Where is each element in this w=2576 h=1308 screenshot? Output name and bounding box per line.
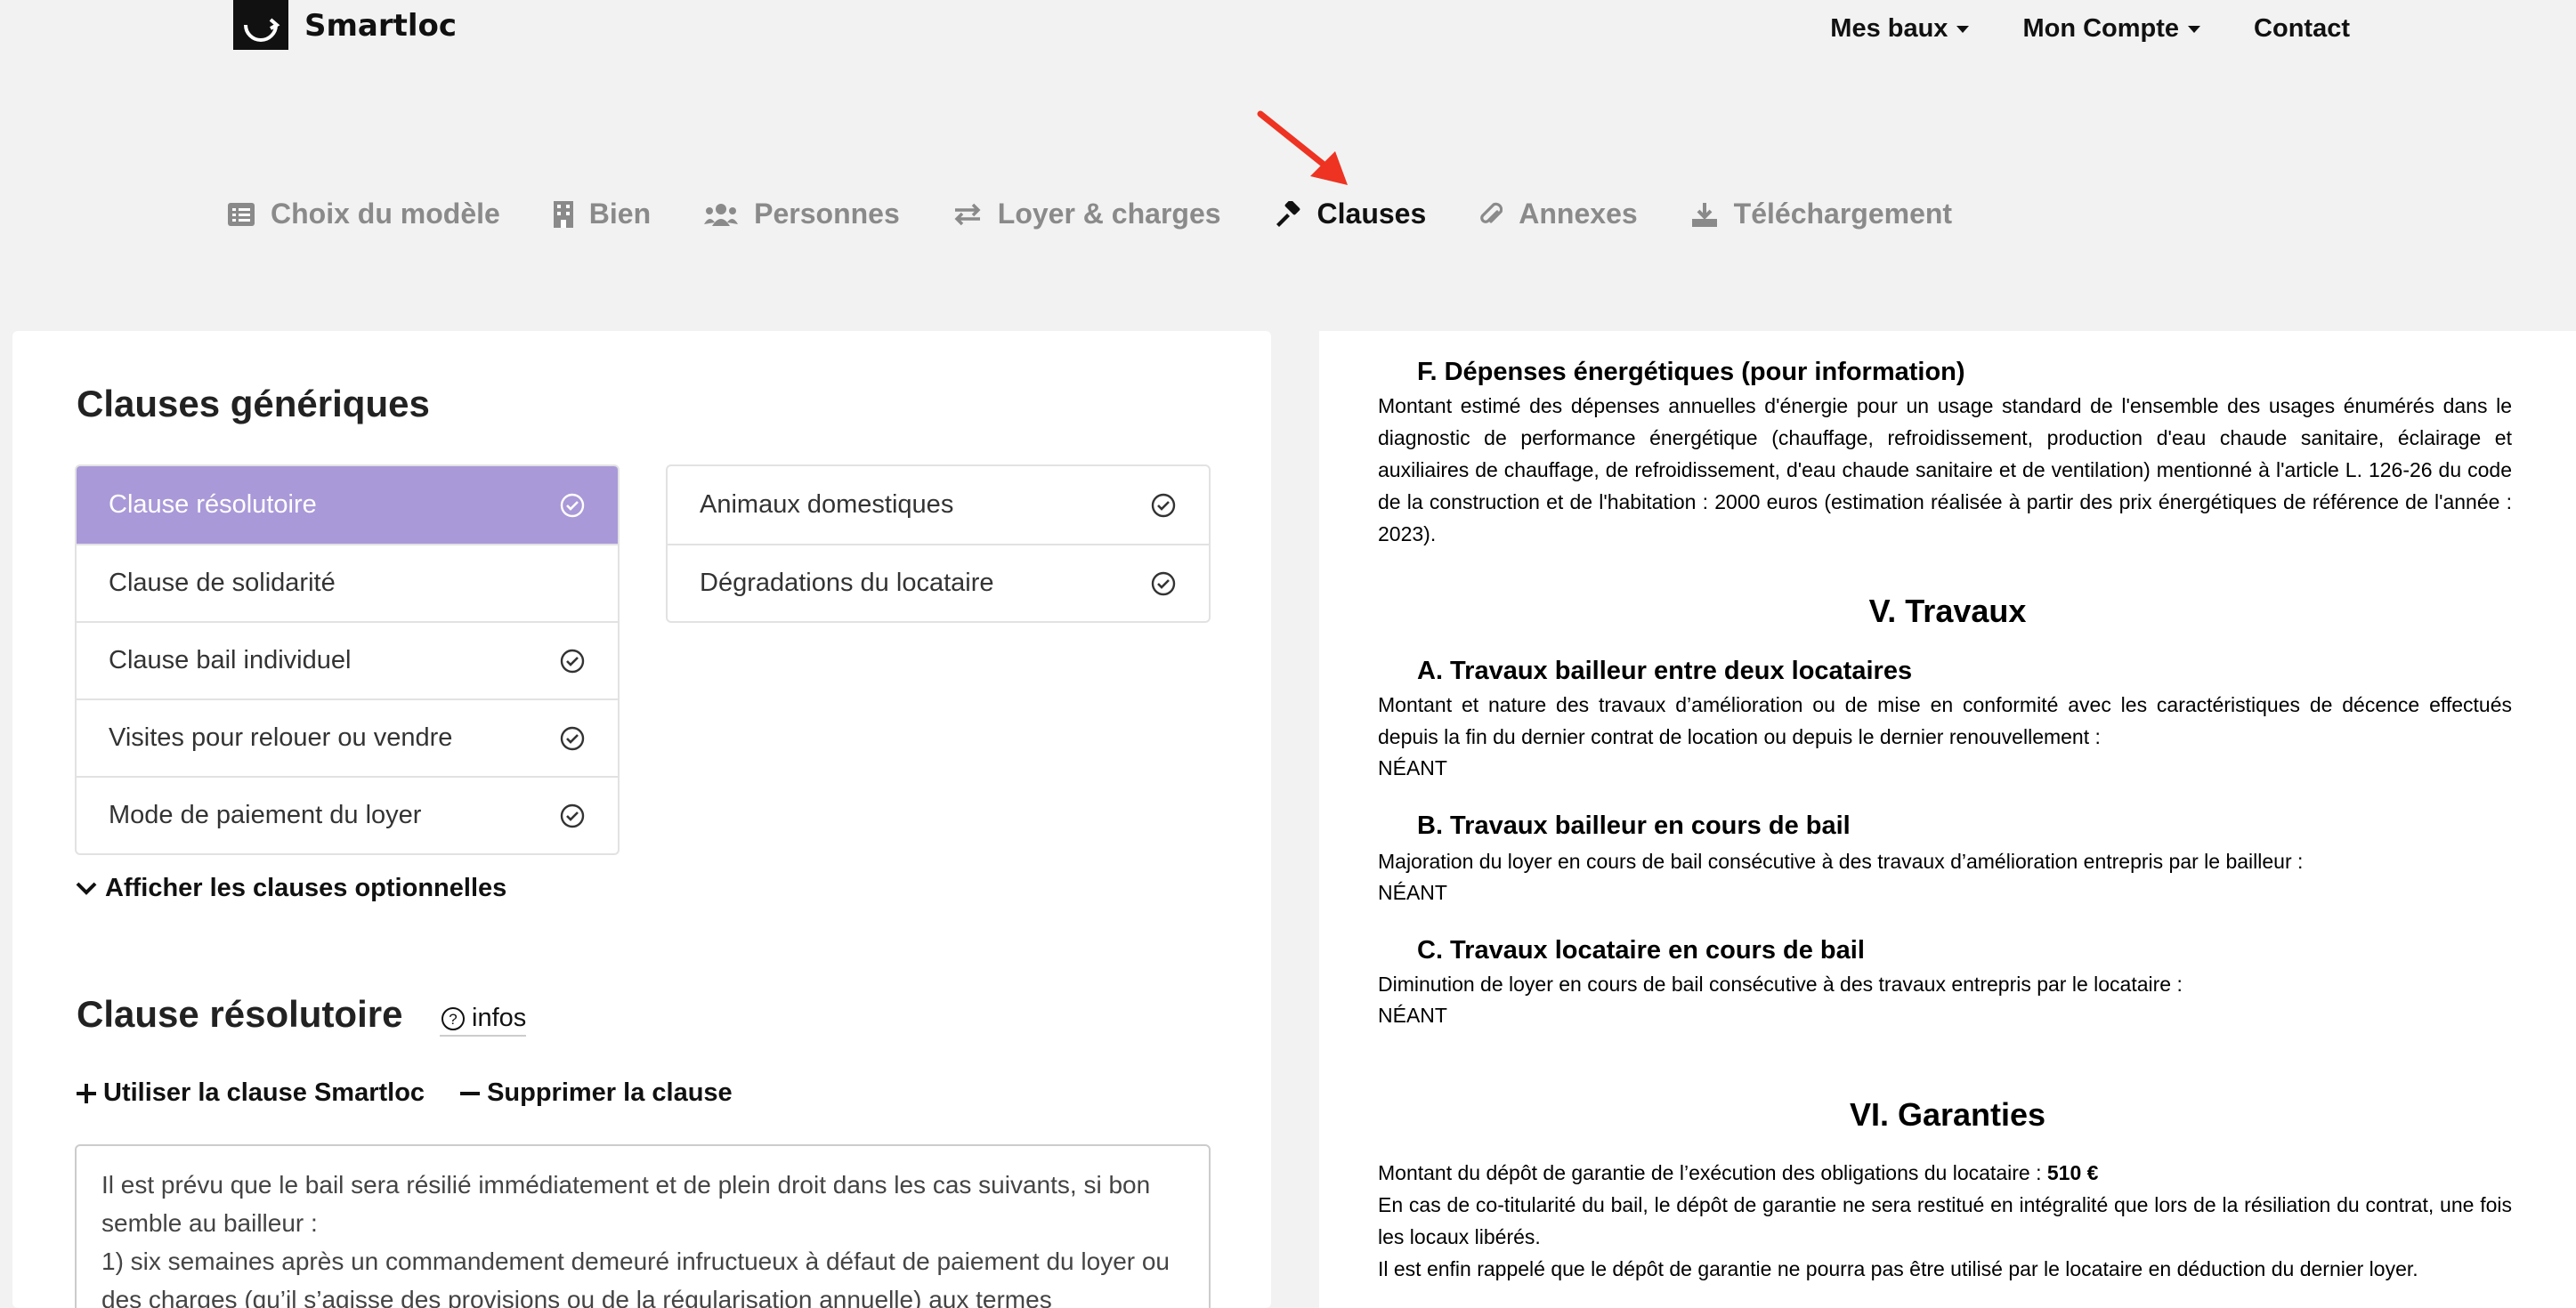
generic-clauses-list: Clause résolutoire Clause de solidarité …	[75, 464, 620, 855]
gavel-icon	[1276, 200, 1300, 227]
step-bien[interactable]: Bien	[553, 198, 652, 230]
section-f-title: F. Dépenses énergétiques (pour informati…	[1417, 358, 1965, 386]
step-loyer-charges[interactable]: Loyer & charges	[953, 198, 1221, 230]
step-bien-label: Bien	[588, 198, 652, 230]
section-v-title: V. Travaux	[1868, 593, 2027, 629]
check-circle-icon	[560, 726, 585, 750]
check-circle-icon	[1151, 493, 1176, 517]
guarantee-amount-value: 510 €	[2046, 1161, 2099, 1184]
clause-item-label: Mode de paiement du loyer	[109, 801, 422, 829]
clause-title: Clause résolutoire	[77, 993, 403, 1035]
plus-icon	[77, 1083, 96, 1103]
check-circle-icon	[560, 493, 585, 517]
svg-text:?: ?	[449, 1011, 457, 1028]
nav-mon-compte[interactable]: Mon Compte	[2022, 14, 2201, 44]
section-a-value: NÉANT	[1378, 756, 1447, 779]
clause-text-line: 1) six semaines après un commandement de…	[101, 1247, 1171, 1308]
use-smartloc-clause-label: Utiliser la clause Smartloc	[103, 1078, 425, 1107]
step-annexes-label: Annexes	[1519, 198, 1638, 230]
show-optional-clauses-toggle[interactable]: Afficher les clauses optionnelles	[75, 874, 506, 903]
logo-icon	[233, 0, 288, 50]
step-tabs: Choix du modèle Bien Personnes Loyer & c…	[228, 198, 2005, 230]
nav-contact-label: Contact	[2254, 14, 2350, 43]
generic-clauses-list-2: Animaux domestiques Dégradations du loca…	[666, 464, 1211, 623]
nav-contact[interactable]: Contact	[2254, 14, 2350, 44]
infos-label: infos	[472, 1004, 527, 1032]
clause-actions: Utiliser la clause Smartloc Supprimer la…	[75, 1078, 766, 1108]
check-circle-icon	[1151, 571, 1176, 595]
guarantee-text-1: En cas de co-titularité du bail, le dépô…	[1378, 1193, 2512, 1248]
delete-clause-label: Supprimer la clause	[487, 1078, 733, 1107]
step-personnes-label: Personnes	[754, 198, 900, 230]
step-choix-modele[interactable]: Choix du modèle	[228, 198, 500, 230]
guarantee-amount-line: Montant du dépôt de garantie de l’exécut…	[1378, 1157, 2512, 1189]
clause-item-label: Clause de solidarité	[109, 569, 336, 597]
section-vi-title: VI. Garanties	[1849, 1096, 2046, 1133]
clause-item-label: Visites pour relouer ou vendre	[109, 723, 453, 752]
step-personnes[interactable]: Personnes	[704, 198, 900, 230]
check-circle-icon	[560, 803, 585, 828]
building-icon	[553, 200, 573, 228]
clause-item-label: Dégradations du locataire	[700, 569, 994, 597]
nav-mes-baux[interactable]: Mes baux	[1830, 14, 1970, 44]
clauses-editor-panel: Clauses génériques Clause résolutoire Cl…	[12, 331, 1271, 1308]
clause-item-mode-paiement[interactable]: Mode de paiement du loyer	[77, 776, 618, 853]
clause-item-resolutoire[interactable]: Clause résolutoire	[77, 466, 618, 544]
download-icon	[1691, 202, 1717, 227]
guarantee-amount-label: Montant du dépôt de garantie de l’exécut…	[1378, 1161, 2047, 1184]
clause-item-bail-individuel[interactable]: Clause bail individuel	[77, 621, 618, 698]
step-choix-modele-label: Choix du modèle	[271, 198, 500, 230]
top-navbar: Smartloc Mes baux Mon Compte Contact	[0, 0, 2576, 71]
red-arrow-icon	[1257, 110, 1348, 185]
step-telechargement[interactable]: Téléchargement	[1691, 198, 1952, 230]
clause-item-visites[interactable]: Visites pour relouer ou vendre	[77, 698, 618, 776]
section-c-value: NÉANT	[1378, 1004, 1447, 1027]
guarantee-text-2: Il est enfin rappelé que le dépôt de gar…	[1378, 1257, 2418, 1280]
nav-mes-baux-label: Mes baux	[1830, 14, 1948, 43]
show-optional-clauses-label: Afficher les clauses optionnelles	[105, 874, 507, 902]
exchange-icon	[954, 203, 981, 225]
section-a-title: A. Travaux bailleur entre deux locataire…	[1417, 657, 1913, 685]
clause-item-animaux[interactable]: Animaux domestiques	[668, 466, 1209, 544]
step-annexes[interactable]: Annexes	[1479, 198, 1638, 230]
section-b-value: NÉANT	[1378, 881, 1447, 904]
minus-icon	[460, 1091, 481, 1095]
list-icon	[228, 202, 255, 226]
use-smartloc-clause-button[interactable]: Utiliser la clause Smartloc	[75, 1078, 425, 1108]
clause-item-degradations[interactable]: Dégradations du locataire	[668, 544, 1209, 621]
clause-item-label: Clause résolutoire	[109, 490, 317, 519]
lease-preview-panel: F. Dépenses énergétiques (pour informati…	[1319, 331, 2576, 1308]
chevron-down-icon	[76, 882, 97, 895]
brand-logo[interactable]: Smartloc	[230, 0, 457, 52]
section-c-text: Diminution de loyer en cours de bail con…	[1378, 973, 2183, 996]
section-f-text: Montant estimé des dépenses annuelles d'…	[1378, 394, 2512, 545]
step-clauses[interactable]: Clauses	[1275, 198, 1427, 230]
generic-clauses-title: Clauses génériques	[77, 383, 430, 424]
clause-item-label: Clause bail individuel	[109, 646, 352, 674]
delete-clause-button[interactable]: Supprimer la clause	[458, 1078, 733, 1108]
clause-item-solidarite[interactable]: Clause de solidarité	[77, 544, 618, 621]
users-icon	[704, 203, 739, 226]
section-c-title: C. Travaux locataire en cours de bail	[1417, 936, 1865, 965]
brand-name: Smartloc	[304, 8, 458, 44]
check-circle-icon	[560, 649, 585, 673]
caret-down-icon	[2188, 25, 2201, 33]
section-a-text: Montant et nature des travaux d’améliora…	[1378, 693, 2512, 748]
section-b-text: Majoration du loyer en cours de bail con…	[1378, 850, 2304, 873]
paperclip-icon	[1480, 202, 1503, 223]
question-circle-icon: ?	[441, 1006, 465, 1030]
clause-text-editor[interactable]: Il est prévu que le bail sera résilié im…	[75, 1144, 1211, 1308]
clause-item-label: Animaux domestiques	[700, 490, 954, 519]
caret-down-icon	[1956, 25, 1970, 33]
clause-text-line: Il est prévu que le bail sera résilié im…	[101, 1171, 1151, 1237]
section-b-title: B. Travaux bailleur en cours de bail	[1417, 811, 1851, 840]
step-loyer-charges-label: Loyer & charges	[997, 198, 1221, 230]
step-telechargement-label: Téléchargement	[1733, 198, 1953, 230]
nav-links: Mes baux Mon Compte Contact	[1777, 14, 2350, 44]
nav-mon-compte-label: Mon Compte	[2022, 14, 2180, 43]
infos-link[interactable]: ? infos	[440, 1004, 527, 1037]
step-clauses-label: Clauses	[1316, 198, 1427, 230]
